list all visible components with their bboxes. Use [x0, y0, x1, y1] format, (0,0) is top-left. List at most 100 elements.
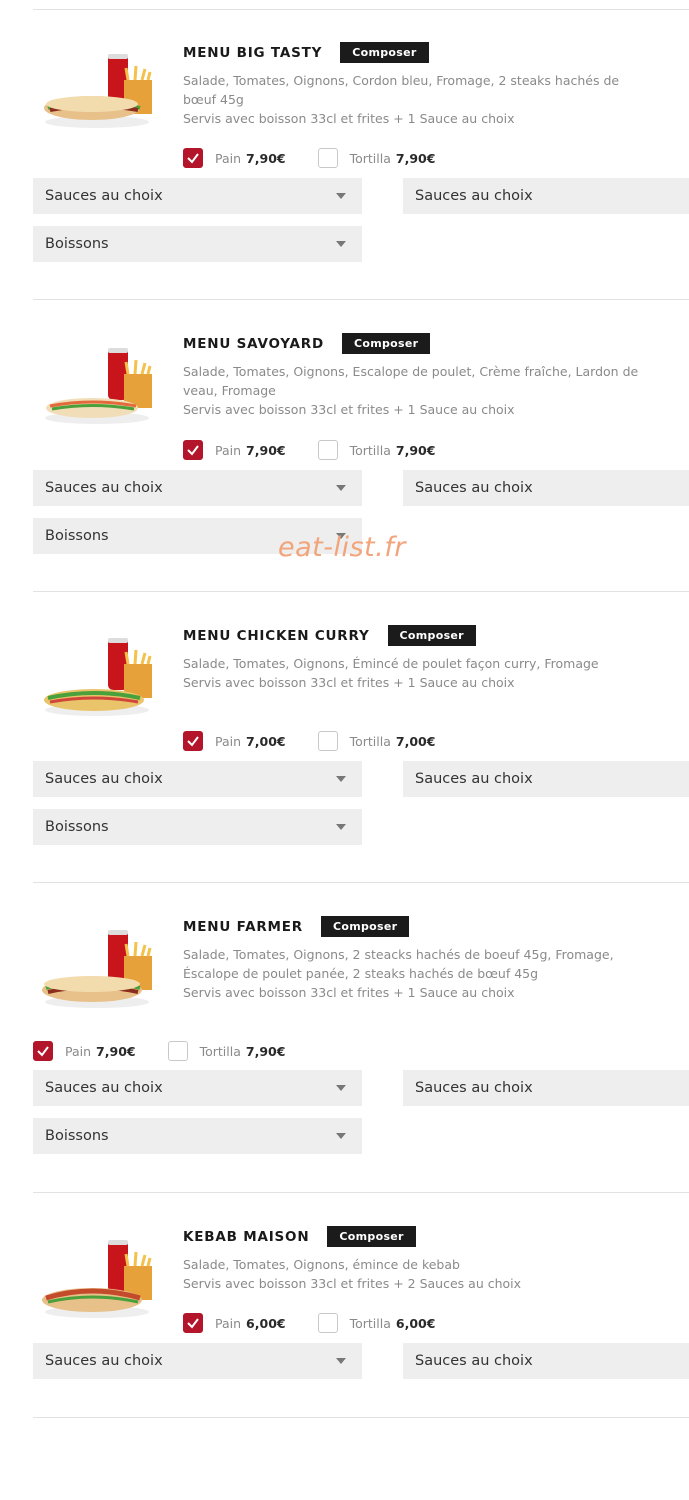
menu-description: Salade, Tomates, Oignons, 2 steacks hach…: [183, 947, 614, 981]
sauce-select-2[interactable]: Sauces au choix: [403, 1070, 689, 1106]
option-pain[interactable]: Pain 7,90€: [183, 440, 286, 460]
chevron-down-icon: [336, 1358, 346, 1364]
sauce-select[interactable]: Sauces au choix: [33, 1070, 362, 1106]
option-tortilla[interactable]: Tortilla 7,90€: [167, 1041, 286, 1061]
sauce-select[interactable]: Sauces au choix: [33, 1343, 362, 1379]
option-price: 7,00€: [246, 733, 286, 749]
sauce-select-2[interactable]: Sauces au choix: [403, 1343, 689, 1379]
menu-served-with: Servis avec boisson 33cl et frites + 1 S…: [183, 111, 515, 126]
composer-button[interactable]: Composer: [342, 333, 431, 354]
menu-photo-icon: [44, 54, 152, 128]
composer-button[interactable]: Composer: [340, 42, 429, 63]
chevron-down-icon: [336, 824, 346, 830]
checkbox-checked-icon[interactable]: [33, 1041, 53, 1061]
checkbox-checked-icon[interactable]: [183, 1313, 203, 1333]
select-value: Boissons: [45, 1128, 109, 1144]
option-pain[interactable]: Pain 7,90€: [33, 1041, 136, 1061]
option-label: Pain: [65, 1043, 92, 1059]
option-label: Tortilla: [199, 1043, 241, 1059]
sauce-select[interactable]: Sauces au choix: [33, 761, 362, 797]
select-value: Sauces au choix: [45, 1353, 163, 1369]
composer-button[interactable]: Composer: [327, 1226, 416, 1247]
select-value: Sauces au choix: [45, 480, 163, 496]
option-label: Tortilla: [349, 150, 391, 166]
option-price: 7,90€: [246, 150, 286, 166]
select-value: Boissons: [45, 236, 109, 252]
checkbox-checked-icon[interactable]: [183, 731, 203, 751]
chevron-down-icon: [336, 193, 346, 199]
option-tortilla[interactable]: Tortilla 7,00€: [317, 731, 436, 751]
drinks-select[interactable]: Boissons: [33, 226, 362, 262]
menu-description: Salade, Tomates, Oignons, Escalope de po…: [183, 364, 639, 398]
divider: [33, 299, 689, 300]
watermark: eat-list.fr: [278, 532, 406, 563]
sauce-select-2[interactable]: Sauces au choix: [403, 470, 689, 506]
option-price: 7,90€: [96, 1043, 136, 1059]
option-price: 7,90€: [246, 442, 286, 458]
drinks-select[interactable]: Boissons: [33, 1118, 362, 1154]
option-price: 7,90€: [395, 150, 436, 166]
option-label: Tortilla: [349, 1315, 391, 1331]
sauce-select-2[interactable]: Sauces au choix: [403, 178, 689, 214]
select-value: Sauces au choix: [45, 1080, 163, 1096]
option-price: 7,90€: [245, 1043, 286, 1059]
option-pain[interactable]: Pain 6,00€: [183, 1313, 286, 1333]
option-tortilla[interactable]: Tortilla 7,90€: [317, 148, 436, 168]
select-value: Sauces au choix: [45, 771, 163, 787]
select-value: Boissons: [45, 528, 109, 544]
chevron-down-icon: [336, 485, 346, 491]
select-value: Sauces au choix: [415, 1353, 533, 1369]
option-tortilla[interactable]: Tortilla 7,90€: [317, 440, 436, 460]
menu-served-with: Servis avec boisson 33cl et frites + 1 S…: [183, 675, 515, 690]
option-pain[interactable]: Pain 7,00€: [183, 731, 286, 751]
checkbox-icon[interactable]: [317, 148, 338, 168]
checkbox-icon[interactable]: [317, 731, 338, 751]
option-price: 7,90€: [395, 442, 436, 458]
composer-button[interactable]: Composer: [320, 916, 410, 937]
option-price: 7,00€: [395, 733, 436, 749]
composer-button[interactable]: Composer: [387, 625, 476, 646]
option-label: Pain: [215, 1315, 242, 1331]
divider: [33, 591, 689, 592]
checkbox-checked-icon[interactable]: [183, 440, 203, 460]
option-pain[interactable]: Pain 7,90€: [183, 148, 286, 168]
sauce-select[interactable]: Sauces au choix: [33, 470, 362, 506]
menu-title: KEBAB MAISON: [183, 1228, 310, 1245]
checkbox-icon[interactable]: [167, 1041, 188, 1061]
sauce-select-2[interactable]: Sauces au choix: [403, 761, 689, 797]
menu-title: MENU CHICKEN CURRY: [183, 627, 370, 644]
select-value: Sauces au choix: [45, 188, 163, 204]
chevron-down-icon: [336, 1133, 346, 1139]
menu-title: MENU SAVOYARD: [183, 335, 325, 352]
menu-title: MENU FARMER: [183, 918, 303, 935]
option-label: Tortilla: [349, 442, 391, 458]
menu-photo-icon: [45, 348, 152, 424]
option-label: Pain: [215, 150, 242, 166]
option-label: Tortilla: [349, 733, 391, 749]
menu-served-with: Servis avec boisson 33cl et frites + 1 S…: [183, 402, 515, 417]
menu-description: Salade, Tomates, Oignons, émince de keba…: [183, 1257, 460, 1272]
select-value: Sauces au choix: [415, 1080, 533, 1096]
option-price: 6,00€: [246, 1315, 286, 1331]
checkbox-checked-icon[interactable]: [183, 148, 203, 168]
sauce-select[interactable]: Sauces au choix: [33, 178, 362, 214]
divider: [33, 1417, 689, 1418]
select-value: Boissons: [45, 819, 109, 835]
menu-served-with: Servis avec boisson 33cl et frites + 1 S…: [183, 985, 515, 1000]
menu-description: Salade, Tomates, Oignons, Émincé de poul…: [183, 656, 599, 671]
option-price: 6,00€: [395, 1315, 436, 1331]
menu-served-with: Servis avec boisson 33cl et frites + 2 S…: [183, 1276, 522, 1291]
chevron-down-icon: [336, 1085, 346, 1091]
checkbox-icon[interactable]: [317, 440, 338, 460]
divider: [33, 9, 689, 10]
menu-description: Salade, Tomates, Oignons, Cordon bleu, F…: [183, 73, 620, 107]
select-value: Sauces au choix: [415, 771, 533, 787]
drinks-select[interactable]: Boissons: [33, 809, 362, 845]
checkbox-icon[interactable]: [317, 1313, 338, 1333]
option-tortilla[interactable]: Tortilla 6,00€: [317, 1313, 436, 1333]
option-label: Pain: [215, 733, 242, 749]
chevron-down-icon: [336, 776, 346, 782]
menu-photo-icon: [44, 638, 152, 716]
menu-photo-icon: [42, 1240, 152, 1318]
select-value: Sauces au choix: [415, 480, 533, 496]
